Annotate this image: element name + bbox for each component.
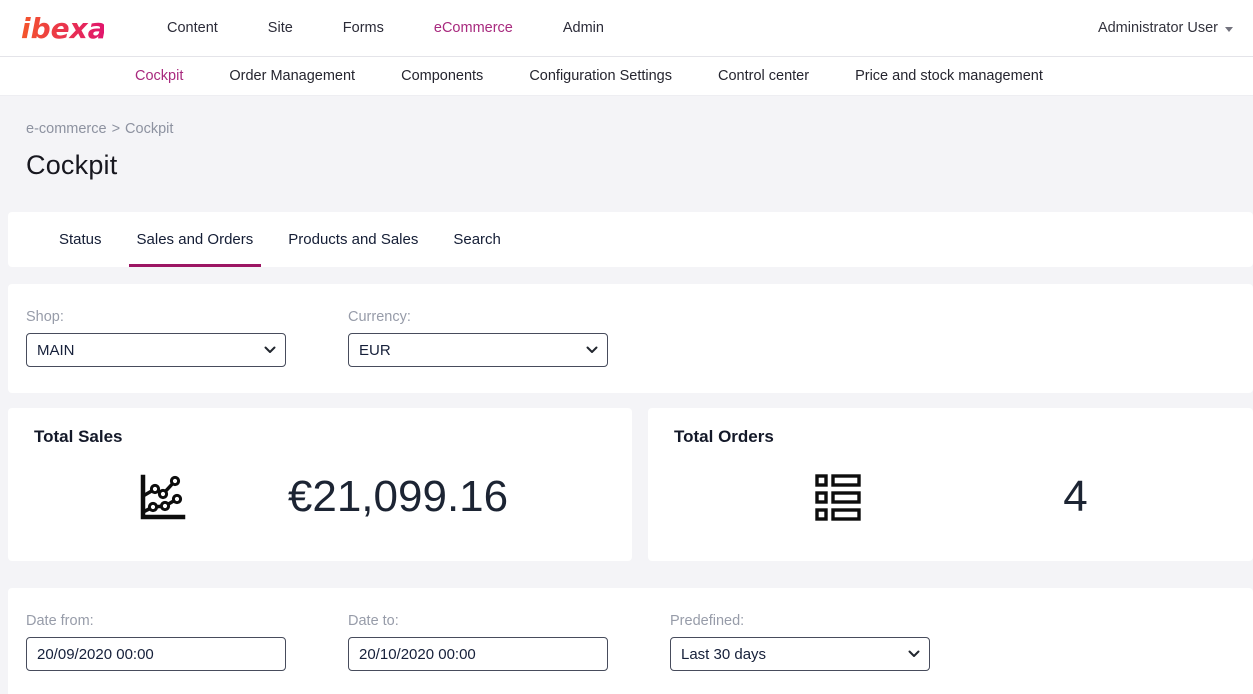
date-to-field: Date to: xyxy=(348,613,608,677)
tab-bar: Status Sales and Orders Products and Sal… xyxy=(8,212,1253,267)
breadcrumb: e-commerce > Cockpit xyxy=(26,121,1253,137)
ibexa-logo[interactable]: ibexa xyxy=(20,10,104,46)
shop-select[interactable]: MAIN xyxy=(26,333,286,367)
shop-label: Shop: xyxy=(26,309,286,325)
chevron-down-icon xyxy=(1225,27,1233,32)
predefined-select[interactable]: Last 30 days xyxy=(670,637,930,671)
subnav-item-components[interactable]: Components xyxy=(401,68,483,84)
user-menu-label: Administrator User xyxy=(1098,20,1218,36)
user-menu[interactable]: Administrator User xyxy=(1098,20,1233,36)
subnav-item-price-stock-management[interactable]: Price and stock management xyxy=(855,68,1043,84)
main-menu: Content Site Forms eCommerce Admin xyxy=(142,20,629,36)
currency-field: Currency: EUR xyxy=(348,309,608,367)
date-from-field: Date from: xyxy=(26,613,286,677)
ecommerce-subnav: Cockpit Order Management Components Conf… xyxy=(0,57,1253,96)
summary-cards-row: Total Sales €21,099.16 Total Orders xyxy=(8,408,1253,561)
line-chart-icon xyxy=(132,468,190,526)
total-sales-title: Total Sales xyxy=(8,408,632,447)
subnav-item-control-center[interactable]: Control center xyxy=(718,68,809,84)
top-navbar: ibexa Content Site Forms eCommerce Admin… xyxy=(0,0,1253,57)
subnav-item-cockpit[interactable]: Cockpit xyxy=(135,68,183,84)
date-to-input[interactable] xyxy=(348,637,608,671)
tab-search[interactable]: Search xyxy=(445,212,509,267)
date-to-label: Date to: xyxy=(348,613,608,629)
tab-status[interactable]: Status xyxy=(51,212,110,267)
date-from-input[interactable] xyxy=(26,637,286,671)
shop-field: Shop: MAIN xyxy=(26,309,286,367)
orders-list-icon xyxy=(813,471,863,523)
currency-select[interactable]: EUR xyxy=(348,333,608,367)
menu-item-forms[interactable]: Forms xyxy=(318,20,409,36)
menu-item-site[interactable]: Site xyxy=(243,20,318,36)
tab-products-and-sales[interactable]: Products and Sales xyxy=(280,212,426,267)
menu-item-admin[interactable]: Admin xyxy=(538,20,629,36)
total-orders-title: Total Orders xyxy=(648,408,1253,447)
menu-item-ecommerce[interactable]: eCommerce xyxy=(409,20,538,36)
date-from-label: Date from: xyxy=(26,613,286,629)
subnav-item-configuration-settings[interactable]: Configuration Settings xyxy=(529,68,672,84)
menu-item-content[interactable]: Content xyxy=(142,20,243,36)
page-title: Cockpit xyxy=(26,150,1253,181)
date-filter-panel: Date from: Date to: Predefined: Last 30 … xyxy=(8,588,1253,694)
total-orders-card: Total Orders 4 xyxy=(648,408,1253,561)
tab-sales-and-orders[interactable]: Sales and Orders xyxy=(129,212,262,267)
breadcrumb-separator: > xyxy=(112,121,120,137)
total-orders-value: 4 xyxy=(1063,472,1087,522)
total-sales-value: €21,099.16 xyxy=(288,472,508,522)
subnav-item-order-management[interactable]: Order Management xyxy=(229,68,355,84)
predefined-label: Predefined: xyxy=(670,613,930,629)
predefined-field: Predefined: Last 30 days xyxy=(670,613,930,677)
breadcrumb-ecommerce[interactable]: e-commerce xyxy=(26,121,107,137)
total-sales-card: Total Sales €21,099.16 xyxy=(8,408,632,561)
shop-currency-panel: Shop: MAIN Currency: EUR xyxy=(8,284,1253,393)
breadcrumb-cockpit: Cockpit xyxy=(125,121,173,137)
currency-label: Currency: xyxy=(348,309,608,325)
logo-text: ibexa xyxy=(21,12,104,45)
